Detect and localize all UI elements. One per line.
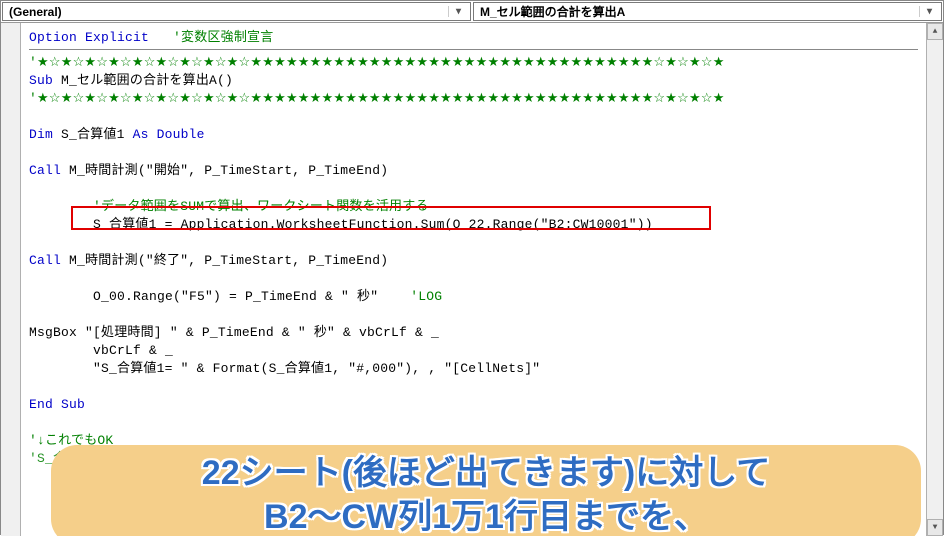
code-line xyxy=(29,234,918,252)
code-line: '★☆★☆★☆★☆★☆★☆★☆★☆★☆★★★★★★★★★★★★★★★★★★★★★… xyxy=(29,54,918,72)
annotation-line: 22シート(後ほど出てきます)に対して xyxy=(202,451,770,495)
object-dropdown[interactable]: (General) ▾ xyxy=(2,2,471,21)
chevron-down-icon: ▾ xyxy=(448,6,464,17)
code-line: Option Explicit '変数区強制宣言 xyxy=(29,29,918,47)
annotation-overlay: 22シート(後ほど出てきます)に対して B2～CW列1万1行目までを、 xyxy=(51,445,921,536)
procedure-dropdown-label: M_セル範囲の合計を算出A xyxy=(480,3,919,20)
code-line: Dim S_合算値1 As Double xyxy=(29,126,918,144)
code-line: Call M_時間計測("開始", P_TimeStart, P_TimeEnd… xyxy=(29,162,918,180)
code-line: "S_合算値1= " & Format(S_合算値1, "#,000"), , … xyxy=(29,360,918,378)
margin-gutter xyxy=(1,23,21,536)
procedure-separator xyxy=(29,49,918,50)
code-line: 'データ範囲をSUMで算出、ワークシート関数を活用する xyxy=(29,198,918,216)
code-line xyxy=(29,270,918,288)
code-line xyxy=(29,378,918,396)
procedure-dropdown[interactable]: M_セル範囲の合計を算出A ▾ xyxy=(473,2,942,21)
code-line: O_00.Range("F5") = P_TimeEnd & " 秒" 'LOG xyxy=(29,288,918,306)
object-dropdown-label: (General) xyxy=(9,5,448,19)
code-line: Sub M_セル範囲の合計を算出A() xyxy=(29,72,918,90)
code-line: Call M_時間計測("終了", P_TimeStart, P_TimeEnd… xyxy=(29,252,918,270)
code-pane[interactable]: Option Explicit '変数区強制宣言 '★☆★☆★☆★☆★☆★☆★☆… xyxy=(21,23,926,536)
code-line: S_合算値1 = Application.WorksheetFunction.S… xyxy=(29,216,918,234)
annotation-line: B2～CW列1万1行目までを、 xyxy=(264,495,708,536)
code-line xyxy=(29,144,918,162)
chevron-down-icon: ▾ xyxy=(919,6,935,17)
scroll-track[interactable] xyxy=(927,40,943,519)
code-line: vbCrLf & _ xyxy=(29,342,918,360)
editor-area: Option Explicit '変数区強制宣言 '★☆★☆★☆★☆★☆★☆★☆… xyxy=(1,23,943,536)
code-line: '★☆★☆★☆★☆★☆★☆★☆★☆★☆★★★★★★★★★★★★★★★★★★★★★… xyxy=(29,90,918,108)
code-line xyxy=(29,414,918,432)
scroll-down-button[interactable]: ▼ xyxy=(927,519,943,536)
vertical-scrollbar[interactable]: ▲ ▼ xyxy=(926,23,943,536)
code-line xyxy=(29,180,918,198)
code-line xyxy=(29,108,918,126)
scroll-up-button[interactable]: ▲ xyxy=(927,23,943,40)
toolbar: (General) ▾ M_セル範囲の合計を算出A ▾ xyxy=(1,1,943,23)
code-line xyxy=(29,306,918,324)
code-line: MsgBox "[処理時間] " & P_TimeEnd & " 秒" & vb… xyxy=(29,324,918,342)
code-line: End Sub xyxy=(29,396,918,414)
